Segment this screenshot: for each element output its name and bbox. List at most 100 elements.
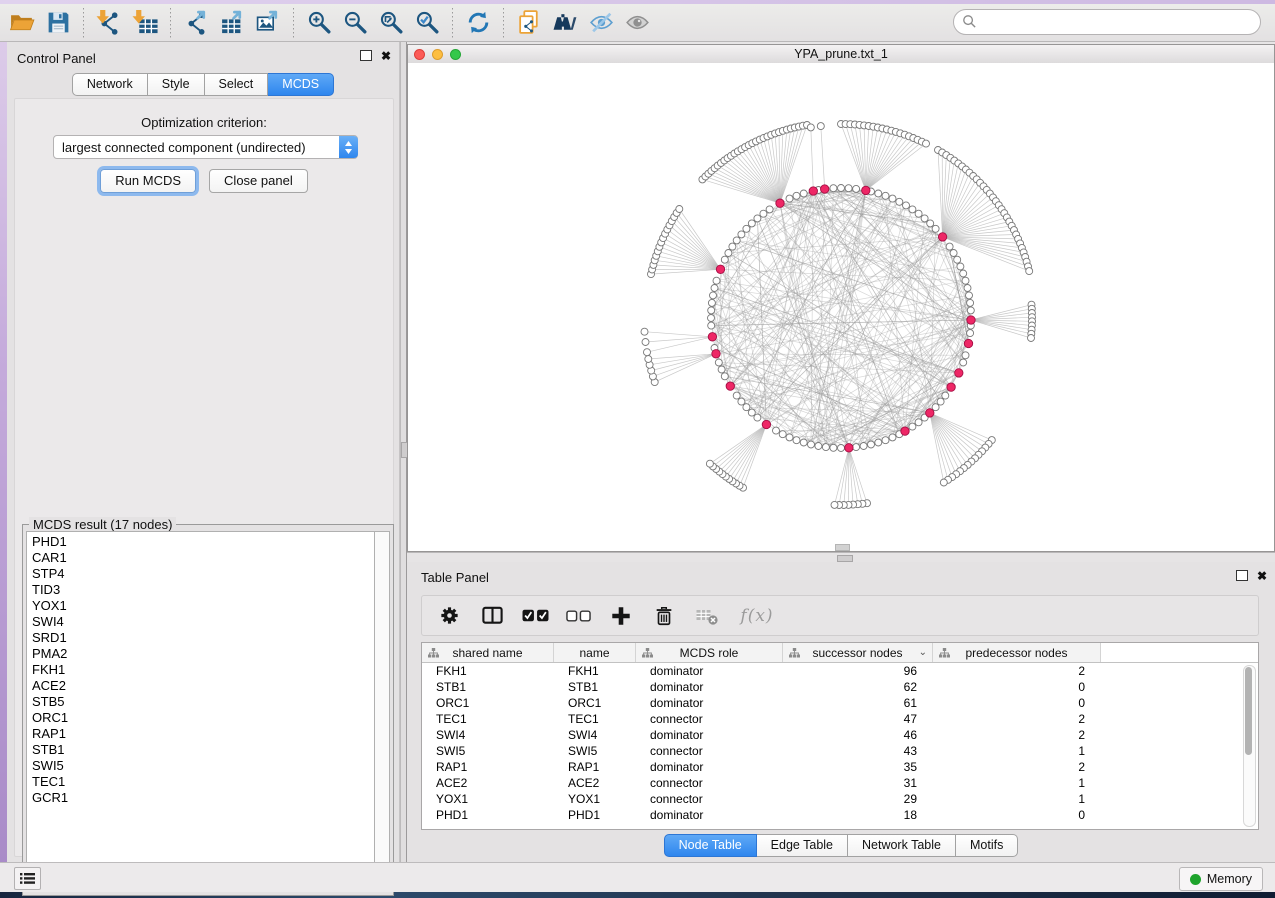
delete-column-button[interactable] (651, 603, 677, 629)
table-panel: Table Panel ✖ f(x) shared namenameMCDS r… (407, 562, 1275, 862)
open-file-button[interactable] (4, 7, 40, 39)
list-item[interactable]: SWI4 (32, 614, 376, 630)
list-item[interactable]: TEC1 (32, 774, 376, 790)
table-cell: YOX1 (554, 792, 636, 806)
control-panel-title: Control Panel (17, 51, 96, 66)
list-item[interactable]: ACE2 (32, 678, 376, 694)
list-item[interactable]: YOX1 (32, 598, 376, 614)
column-layout-button[interactable] (479, 603, 505, 629)
list-item[interactable]: GCR1 (32, 790, 376, 806)
table-row[interactable]: ACE2ACE2connector311 (422, 775, 1258, 791)
horizontal-splitter[interactable] (407, 552, 1275, 562)
select-all-button[interactable] (522, 603, 548, 629)
table-row[interactable]: STB1STB1dominator620 (422, 679, 1258, 695)
vertical-splitter[interactable] (400, 42, 407, 862)
table-row[interactable]: RAP1RAP1dominator352 (422, 759, 1258, 775)
list-item[interactable]: FKH1 (32, 662, 376, 678)
table-row[interactable]: PHD1PHD1dominator180 (422, 807, 1258, 823)
network-graph[interactable] (408, 63, 1274, 551)
table-scrollbar[interactable] (1243, 665, 1256, 827)
import-table-icon (132, 9, 159, 36)
table-cell: dominator (636, 696, 783, 710)
list-item[interactable]: SWI5 (32, 758, 376, 774)
tab-network[interactable]: Network (72, 73, 148, 96)
list-item[interactable]: ORC1 (32, 710, 376, 726)
table-row[interactable]: FKH1FKH1dominator962 (422, 663, 1258, 679)
column-header-name[interactable]: name (554, 643, 636, 662)
export-image-button[interactable] (250, 7, 286, 39)
table-row[interactable]: ORC1ORC1dominator610 (422, 695, 1258, 711)
network-canvas[interactable] (408, 63, 1274, 551)
tab-motifs[interactable]: Motifs (956, 834, 1018, 857)
table-panel-tabs: Node TableEdge TableNetwork TableMotifs (407, 834, 1275, 857)
tab-node-table[interactable]: Node Table (664, 834, 757, 857)
tab-mcds[interactable]: MCDS (268, 73, 334, 96)
table-cell: YOX1 (422, 792, 554, 806)
float-table-panel-icon[interactable] (1236, 570, 1248, 581)
column-header-predecessor-nodes[interactable]: predecessor nodes (933, 643, 1101, 662)
deselect-all-icon (566, 609, 591, 623)
tab-network-table[interactable]: Network Table (848, 834, 956, 857)
table-row[interactable]: YOX1YOX1connector291 (422, 791, 1258, 807)
export-table-button[interactable] (214, 7, 250, 39)
list-item[interactable]: CAR1 (32, 550, 376, 566)
table-cell: FKH1 (554, 664, 636, 678)
refresh-button[interactable] (460, 7, 496, 39)
tab-edge-table[interactable]: Edge Table (757, 834, 848, 857)
show-all-button[interactable] (619, 7, 655, 39)
list-item[interactable]: STB5 (32, 694, 376, 710)
network-window-titlebar[interactable]: YPA_prune.txt_1 (408, 45, 1274, 64)
zoom-out-icon (342, 9, 369, 36)
network-canvas-scroll-handle[interactable] (835, 544, 850, 551)
list-item[interactable]: TID3 (32, 582, 376, 598)
memory-button[interactable]: Memory (1179, 867, 1263, 891)
search-input[interactable] (953, 9, 1261, 35)
table-cell: 61 (783, 696, 933, 710)
node-table: shared name nameMCDS rolesuccessor nodes⌄… (421, 642, 1259, 830)
export-network-button[interactable] (178, 7, 214, 39)
optimization-criterion-select[interactable]: largest connected component (undirected) (53, 135, 358, 159)
close-panel-icon[interactable]: ✖ (381, 51, 391, 61)
run-mcds-button[interactable]: Run MCDS (100, 169, 196, 193)
save-button[interactable] (40, 7, 76, 39)
tab-select[interactable]: Select (205, 73, 269, 96)
gear-button[interactable] (436, 603, 462, 629)
float-panel-icon[interactable] (360, 50, 372, 61)
table-cell: connector (636, 744, 783, 758)
table-scrollbar-thumb[interactable] (1245, 667, 1252, 755)
copy-network-button[interactable] (511, 7, 547, 39)
zoom-selected-button[interactable] (409, 7, 445, 39)
binoculars-button[interactable] (547, 7, 583, 39)
import-table-button[interactable] (127, 7, 163, 39)
import-network-button[interactable] (91, 7, 127, 39)
deselect-all-button[interactable] (565, 603, 591, 629)
table-row[interactable]: TEC1TEC1connector472 (422, 711, 1258, 727)
zoom-fit-button[interactable] (373, 7, 409, 39)
column-label: shared name (452, 646, 522, 660)
task-history-button[interactable] (14, 867, 41, 890)
table-cell: 96 (783, 664, 933, 678)
list-item[interactable]: STB1 (32, 742, 376, 758)
column-header-successor-nodes[interactable]: successor nodes⌄ (783, 643, 933, 662)
list-item[interactable]: SRD1 (32, 630, 376, 646)
mcds-result-scrollbar[interactable] (374, 531, 390, 892)
list-item[interactable]: RAP1 (32, 726, 376, 742)
column-header-MCDS-role[interactable]: MCDS role (636, 643, 783, 662)
mcds-result-list[interactable]: PHD1CAR1STP4TID3YOX1SWI4SRD1PMA2FKH1ACE2… (26, 531, 376, 892)
add-column-button[interactable] (608, 603, 634, 629)
zoom-out-button[interactable] (337, 7, 373, 39)
horizontal-splitter-handle[interactable] (837, 555, 853, 562)
optimization-criterion-value: largest connected component (undirected) (54, 140, 339, 155)
list-item[interactable]: PHD1 (32, 534, 376, 550)
table-row[interactable]: SWI5SWI5connector431 (422, 743, 1258, 759)
table-cell: dominator (636, 664, 783, 678)
list-item[interactable]: PMA2 (32, 646, 376, 662)
hide-selected-button[interactable] (583, 7, 619, 39)
tab-style[interactable]: Style (148, 73, 205, 96)
table-row[interactable]: SWI4SWI4dominator462 (422, 727, 1258, 743)
close-panel-button[interactable]: Close panel (209, 169, 308, 193)
zoom-in-button[interactable] (301, 7, 337, 39)
close-table-panel-icon[interactable]: ✖ (1257, 571, 1267, 581)
list-item[interactable]: STP4 (32, 566, 376, 582)
column-header-shared-name[interactable]: shared name (422, 643, 554, 662)
